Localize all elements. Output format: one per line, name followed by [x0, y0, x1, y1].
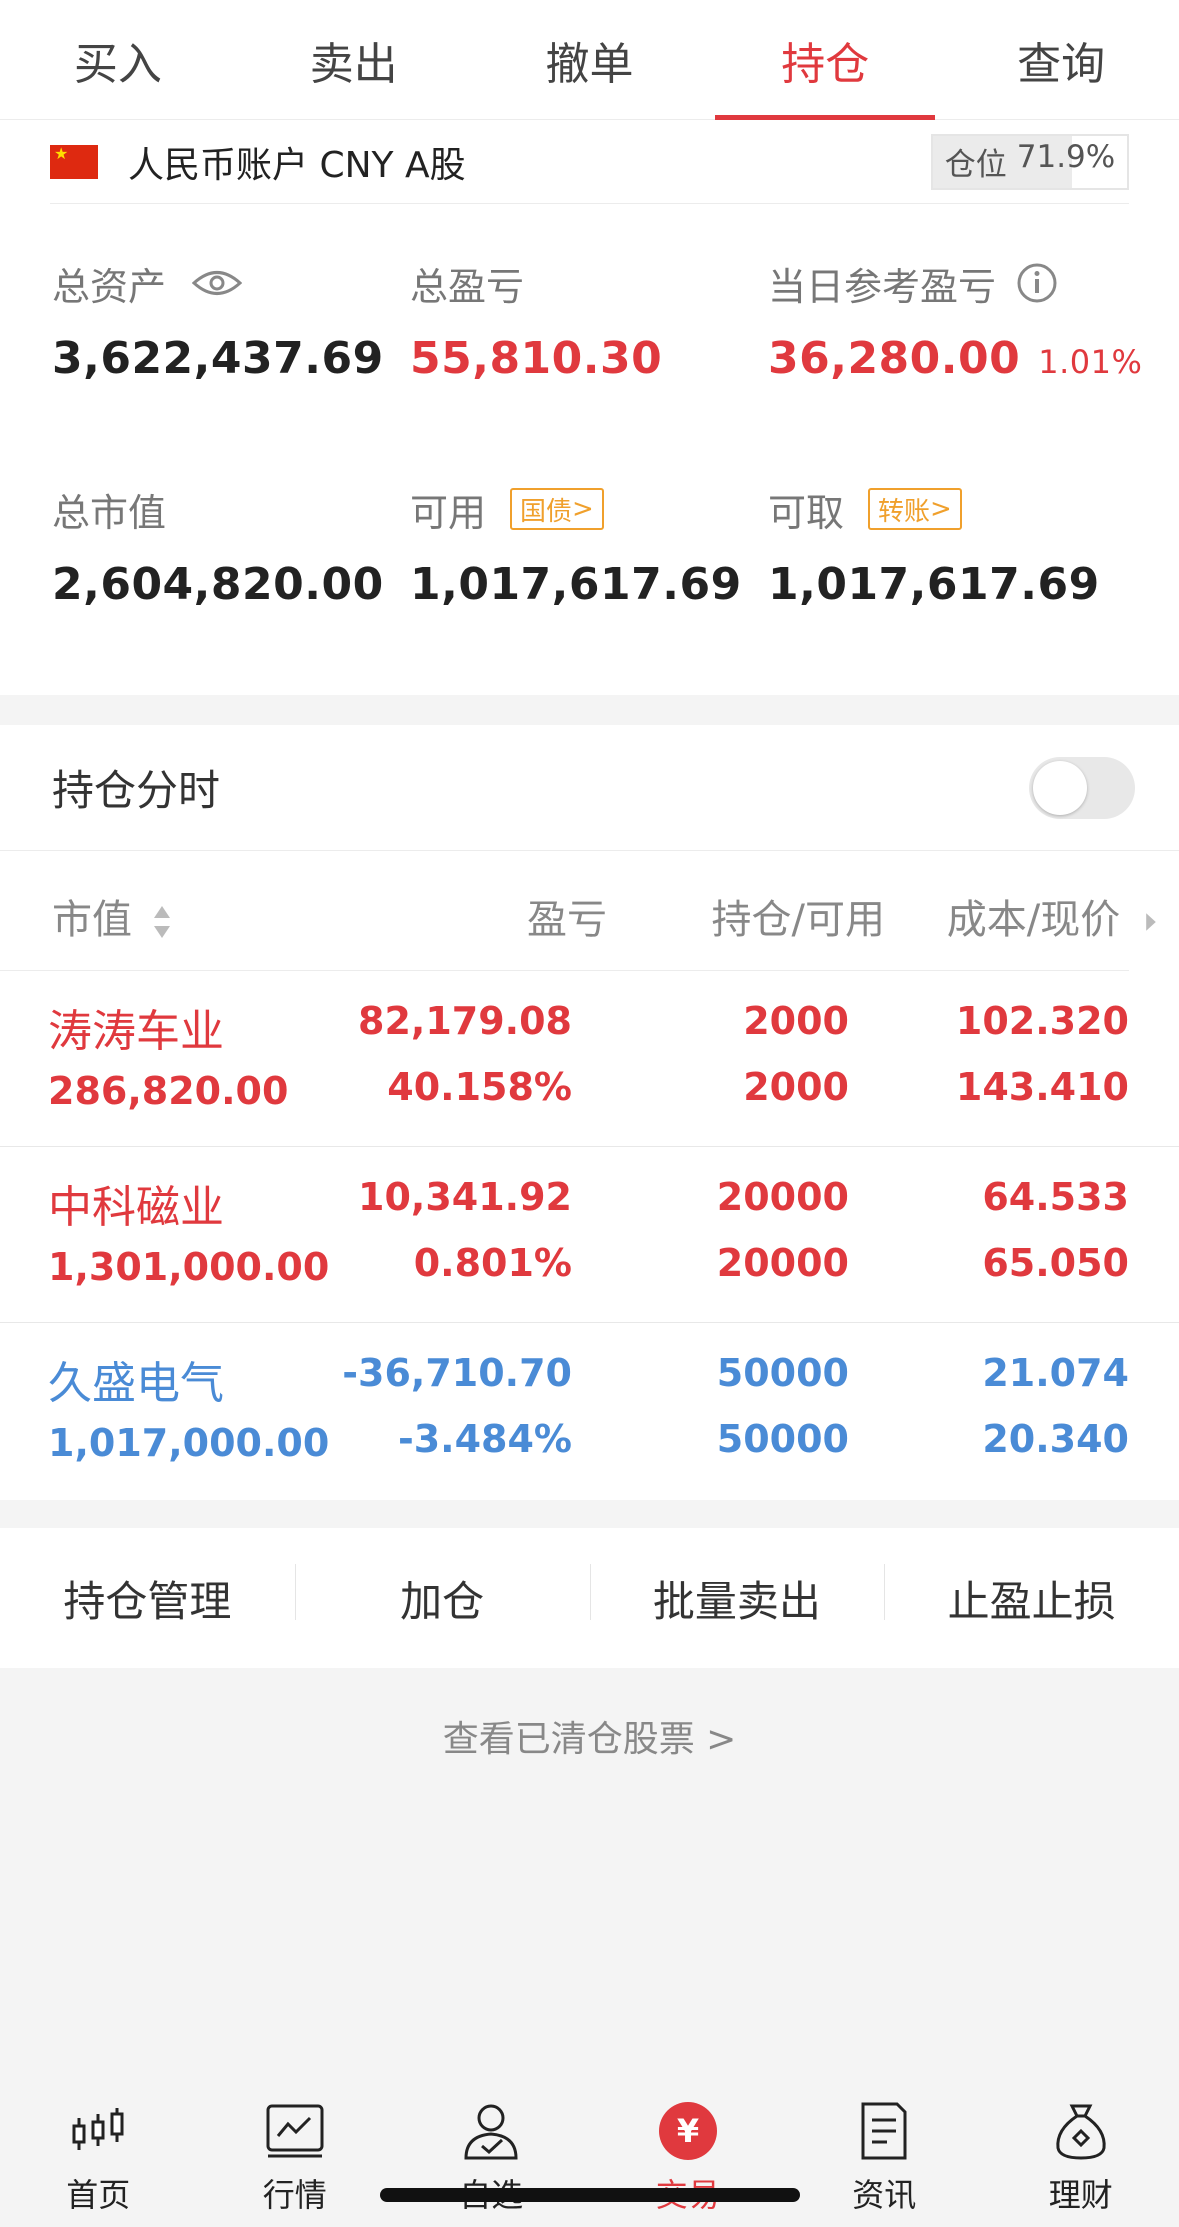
holding-row[interactable]: 涛涛车业 286,820.00 82,179.08 40.158% 2000 2000 10… [0, 971, 1179, 1147]
holding-row[interactable]: 中科磁业 1,301,000.00 10,341.92 0.801% 20000 2000… [0, 1147, 1179, 1323]
holding-current-price: 143.410 [955, 1065, 1129, 1109]
holdings-intraday-title: 持仓分时 [52, 766, 221, 815]
batch-sell-button[interactable]: 批量卖出 [589, 1563, 885, 1629]
svg-text:¥: ¥ [677, 2112, 699, 2150]
holding-current-price: 20.340 [982, 1417, 1129, 1461]
nav-market-label: 行情 [262, 2176, 327, 2214]
market-value-value: 2,604,820.00 [52, 559, 384, 610]
holding-available-qty: 2000 [743, 1065, 849, 1109]
home-indicator[interactable] [380, 2188, 800, 2202]
sort-icon[interactable] [151, 902, 173, 942]
holding-market-value: 1,301,000.00 [48, 1245, 330, 1289]
column-pl: 盈亏 [527, 897, 607, 943]
holdings-action-bar: 持仓管理 加仓 批量卖出 止盈止损 [0, 1528, 1179, 1668]
holding-available-qty: 50000 [716, 1417, 849, 1461]
holding-row[interactable]: 久盛电气 1,017,000.00 -36,710.70 -3.484% 50000 50… [0, 1323, 1179, 1499]
tab-query[interactable]: 查询 [943, 0, 1179, 120]
position-management-button[interactable]: 持仓管理 [0, 1568, 295, 1629]
holding-position-qty: 2000 [743, 999, 849, 1043]
nav-watchlist[interactable]: 自选 [393, 2070, 590, 2227]
nav-news[interactable]: 资讯 [786, 2070, 983, 2227]
candlestick-icon [72, 2108, 124, 2150]
available-cell: 可用 国债 > 1,017,617.69 [410, 481, 742, 610]
tab-cancel[interactable]: 撤单 [472, 0, 708, 120]
top-tabs: 买入 卖出 撤单 持仓 查询 [0, 0, 1179, 120]
holding-name: 涛涛车业 [48, 1006, 224, 1057]
holding-market-value: 286,820.00 [48, 1069, 289, 1113]
withdrawable-cell: 可取 转账 > 1,017,617.69 [768, 481, 1100, 610]
tab-sell[interactable]: 卖出 [236, 0, 472, 120]
chevron-right-icon[interactable] [1143, 910, 1159, 934]
bottom-nav: 首页 行情 自选 ¥ 交易 资讯 [0, 2070, 1179, 2227]
holdings-section: 持仓分时 市值 盈亏 持仓/可用 成本/现价 涛涛车业 286,820.00 82,… [0, 725, 1179, 1500]
holding-market-value: 1,017,000.00 [48, 1421, 330, 1465]
daily-pl-percent: 1.01% [1038, 343, 1143, 381]
nav-wealth[interactable]: 理财 [983, 2070, 1179, 2227]
holding-position-qty: 50000 [716, 1351, 849, 1395]
nav-wealth-label: 理财 [1048, 2176, 1113, 2214]
available-label: 可用 [410, 490, 487, 535]
view-cleared-stocks-link[interactable]: 查看已清仓股票 > [0, 1710, 1179, 1762]
holding-name: 中科磁业 [48, 1182, 224, 1233]
tab-positions[interactable]: 持仓 [707, 0, 943, 120]
holding-pl-amount: 82,179.08 [358, 999, 572, 1043]
info-icon[interactable] [1016, 262, 1058, 304]
chart-icon [266, 2104, 324, 2158]
eye-icon[interactable] [192, 268, 243, 298]
holding-pl-percent: 0.801% [413, 1241, 572, 1285]
tab-buy[interactable]: 买入 [0, 0, 236, 120]
position-ratio-label: 仓位 [944, 147, 1007, 183]
account-row: 人民币账户 CNY A股 仓位 71.9% [0, 120, 1179, 205]
holdings-column-header: 市值 盈亏 持仓/可用 成本/现价 [0, 851, 1156, 971]
holding-pl-percent: 40.158% [387, 1065, 572, 1109]
market-value-label: 总市值 [52, 490, 167, 535]
holding-cost-price: 102.320 [955, 999, 1129, 1043]
add-position-button[interactable]: 加仓 [294, 1563, 590, 1629]
treasury-bond-button[interactable]: 国债 > [510, 488, 604, 530]
withdrawable-value: 1,017,617.69 [768, 559, 1100, 610]
daily-pl-cell: 当日参考盈亏 36,280.00 1.01% [768, 255, 1142, 384]
column-market-value[interactable]: 市值 [52, 887, 173, 945]
nav-home[interactable]: 首页 [0, 2070, 197, 2227]
withdrawable-label: 可取 [768, 490, 845, 535]
holding-available-qty: 20000 [716, 1241, 849, 1285]
holdings-intraday-toggle[interactable] [1029, 756, 1135, 819]
holding-cost-price: 64.533 [982, 1175, 1129, 1219]
nav-trade[interactable]: ¥ 交易 [590, 2070, 787, 2227]
total-pl-value: 55,810.30 [410, 333, 663, 384]
holding-cost-price: 21.074 [982, 1351, 1129, 1395]
total-assets-label: 总资产 [52, 264, 167, 309]
user-icon [464, 2104, 518, 2160]
nav-market[interactable]: 行情 [197, 2070, 394, 2227]
holding-pl-amount: 10,341.92 [358, 1175, 572, 1219]
holding-position-qty: 20000 [716, 1175, 849, 1219]
document-icon [861, 2102, 907, 2160]
holdings-table: 涛涛车业 286,820.00 82,179.08 40.158% 2000 2000 10… [0, 971, 1179, 1499]
daily-pl-label: 当日参考盈亏 [768, 264, 997, 309]
nav-news-label: 资讯 [852, 2176, 917, 2214]
total-pl-cell: 总盈亏 55,810.30 [410, 255, 663, 385]
total-assets-value: 3,622,437.69 [52, 333, 384, 384]
money-bag-icon [1056, 2104, 1106, 2160]
total-pl-label: 总盈亏 [410, 264, 525, 309]
holding-current-price: 65.050 [982, 1241, 1129, 1285]
china-flag-icon [50, 144, 98, 179]
account-label[interactable]: 人民币账户 CNY A股 [128, 136, 466, 188]
nav-home-label: 首页 [66, 2176, 131, 2214]
column-qty: 持仓/可用 [711, 897, 885, 943]
yuan-icon: ¥ [658, 2102, 717, 2160]
position-ratio-badge: 仓位 71.9% [931, 133, 1129, 190]
take-profit-stop-loss-button[interactable]: 止盈止损 [884, 1563, 1179, 1629]
daily-pl-value: 36,280.00 [768, 333, 1021, 384]
holding-name: 久盛电气 [48, 1358, 224, 1409]
column-price[interactable]: 成本/现价 [947, 887, 1159, 945]
total-assets-cell: 总资产 3,622,437.69 [52, 255, 384, 385]
asset-summary: 总资产 3,622,437.69 总盈亏 55,810.30 当日参考盈亏 36… [0, 205, 1179, 695]
holding-pl-percent: -3.484% [397, 1417, 572, 1461]
market-value-cell: 总市值 2,604,820.00 [52, 481, 384, 611]
available-value: 1,017,617.69 [410, 559, 742, 610]
holding-pl-amount: -36,710.70 [342, 1351, 572, 1395]
position-ratio-value: 71.9% [1016, 139, 1116, 175]
transfer-button[interactable]: 转账 > [868, 488, 962, 530]
